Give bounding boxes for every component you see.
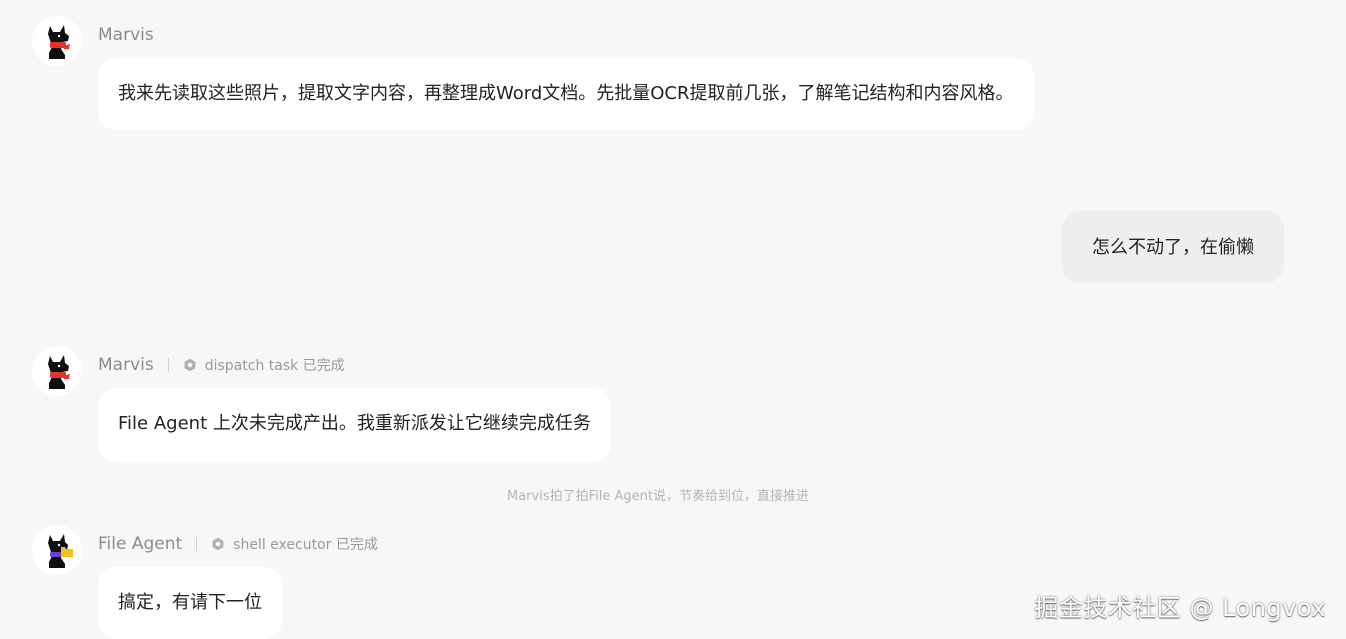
- black-dog-red-scarf-icon: [48, 25, 70, 59]
- meta-divider: [167, 358, 169, 372]
- chat-page: Marvis 我来先读取这些照片，提取文字内容，再整理成Word文档。先批量OC…: [0, 0, 1346, 639]
- black-dog-yellow-folder-icon: [48, 534, 73, 568]
- black-dog-red-scarf-icon: [48, 355, 70, 389]
- task-status-text: shell executor 已完成: [233, 537, 378, 553]
- task-status-text: dispatch task 已完成: [204, 358, 345, 374]
- file-agent-avatar[interactable]: [32, 525, 82, 575]
- sender-name: Marvis: [98, 355, 154, 375]
- task-status[interactable]: shell executor 已完成: [211, 534, 378, 554]
- hexagon-check-icon: [212, 537, 224, 551]
- task-status[interactable]: dispatch task 已完成: [183, 355, 345, 375]
- message-meta: Marvis: [98, 23, 154, 47]
- system-note: Marvis拍了拍File Agent说，节奏给到位，直接推进: [507, 489, 809, 504]
- message-bubble: 搞定，有请下一位: [98, 567, 282, 639]
- watermark: 掘金技术社区 @ Longvox: [1034, 594, 1326, 622]
- message-bubble: 我来先读取这些照片，提取文字内容，再整理成Word文档。先批量OCR提取前几张，…: [98, 58, 1034, 130]
- sender-name: File Agent: [98, 534, 183, 554]
- sender-name: Marvis: [98, 25, 154, 45]
- message-meta: Marvis dispatch task 已完成: [98, 353, 345, 377]
- message-meta: File Agent shell executor 已完成: [98, 532, 378, 556]
- user-message-bubble: 怎么不动了，在偷懒: [1062, 211, 1284, 283]
- marvis-avatar[interactable]: [32, 346, 82, 396]
- meta-divider: [196, 537, 198, 551]
- marvis-avatar[interactable]: [32, 16, 82, 66]
- hexagon-check-icon: [184, 358, 196, 372]
- message-bubble: File Agent 上次未完成产出。我重新派发让它继续完成任务: [98, 388, 611, 462]
